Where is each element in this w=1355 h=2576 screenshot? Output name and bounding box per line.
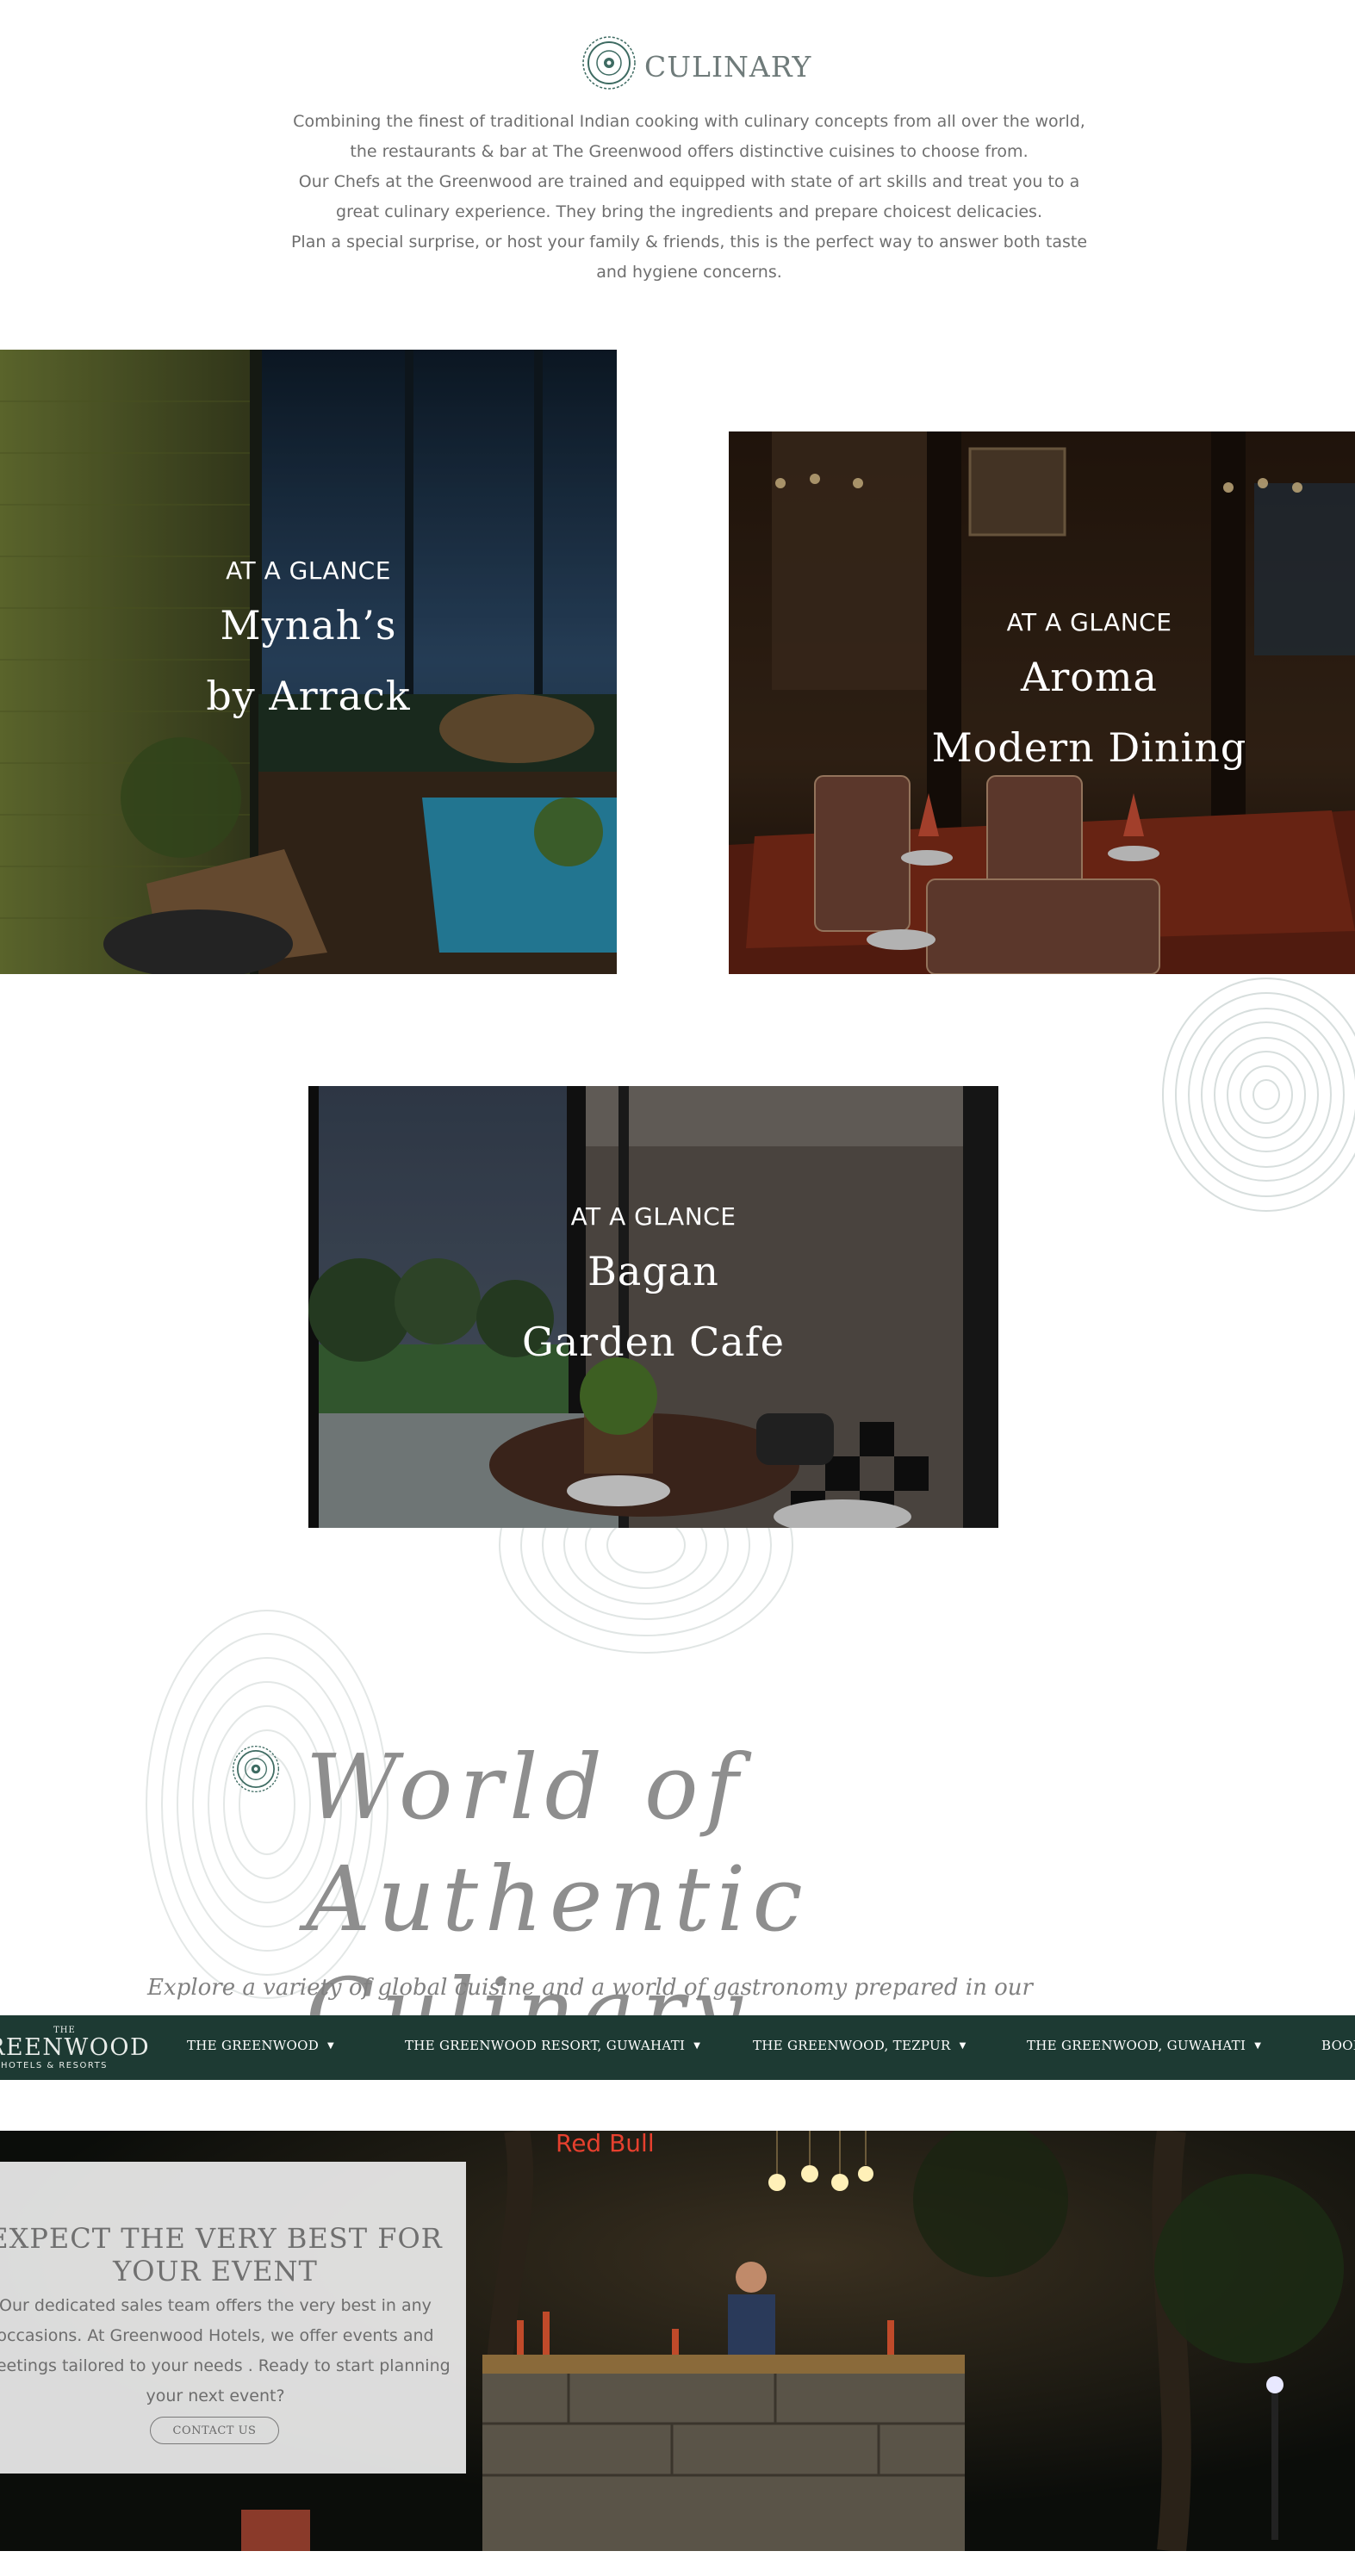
culinary-heading: CULINARY (644, 50, 812, 84)
nav-item-tezpur[interactable]: THE GREENWOOD, TEZPUR ▼ (753, 2038, 967, 2053)
card-eyebrow: AT A GLANCE (226, 556, 391, 585)
nav-item-label: THE GREENWOOD, GUWAHATI (1027, 2038, 1246, 2053)
intro-paragraph: Our Chefs at the Greenwood are trained a… (298, 172, 1080, 221)
restaurant-card-mynahs[interactable]: AT A GLANCE Mynah’s by Arrack (0, 350, 617, 974)
bagan-caption: AT A GLANCE Bagan Garden Cafe (308, 1202, 998, 1377)
restaurant-card-bagan[interactable]: AT A GLANCE Bagan Garden Cafe (308, 1086, 998, 1528)
caret-down-icon: ▼ (959, 2041, 967, 2051)
world-heading-line: World of Authentic (306, 1735, 810, 1952)
nav-item-label: THE GREENWOOD, TEZPUR (753, 2038, 951, 2053)
card-eyebrow: AT A GLANCE (570, 1202, 737, 1231)
greenwood-logo[interactable]: THE GREENWOOD HOTELS & RESORTS (0, 2026, 151, 2070)
event-info-panel: EXPECT THE VERY BEST FOR YOUR EVENT Our … (0, 2162, 466, 2474)
nav-item-resort-guwahati[interactable]: THE GREENWOOD RESORT, GUWAHATI ▼ (405, 2038, 700, 2053)
nav-item-book[interactable]: BOOK (1321, 2038, 1355, 2053)
event-banner: Red Bull EXPECT THE VERY BEST FOR YOUR E… (0, 2131, 1355, 2551)
caret-down-icon: ▼ (1254, 2041, 1262, 2051)
nav-item-label: BOOK (1321, 2038, 1355, 2053)
nav-item-label: THE GREENWOOD (187, 2038, 320, 2053)
event-description: Our dedicated sales team offers the very… (0, 2296, 451, 2405)
intro-paragraph: Plan a special surprise, or host your fa… (290, 233, 1088, 282)
contact-us-button[interactable]: CONTACT US (150, 2417, 279, 2444)
wood-grain-pattern-icon (499, 1528, 793, 1654)
caret-down-icon: ▼ (327, 2041, 335, 2051)
nav-item-guwahati[interactable]: THE GREENWOOD, GUWAHATI ▼ (1027, 2038, 1261, 2053)
mynahs-caption: AT A GLANCE Mynah’s by Arrack (0, 556, 617, 731)
card-eyebrow: AT A GLANCE (1006, 608, 1172, 636)
redbull-sign: Red Bull (556, 2131, 655, 2157)
culinary-emblem-icon (581, 34, 637, 91)
caret-down-icon: ▼ (693, 2041, 701, 2051)
culinary-intro: Combining the finest of traditional Indi… (284, 107, 1094, 288)
intro-paragraph: Combining the finest of traditional Indi… (293, 112, 1085, 161)
event-heading: EXPECT THE VERY BEST FOR YOUR EVENT (0, 2222, 443, 2287)
nav-item-label: THE GREENWOOD RESORT, GUWAHATI (405, 2038, 686, 2053)
card-title-line: Bagan (587, 1248, 719, 1294)
restaurant-card-aroma[interactable]: AT A GLANCE Aroma Modern Dining (729, 431, 1355, 974)
card-title-line: Modern Dining (931, 724, 1247, 771)
culinary-emblem-icon (231, 1744, 281, 1794)
nav-item-the-greenwood[interactable]: THE GREENWOOD ▼ (187, 2038, 334, 2053)
logo-tagline: HOTELS & RESORTS (0, 2061, 109, 2070)
card-title-line: Aroma (1021, 654, 1158, 700)
card-title-line: Garden Cafe (522, 1319, 785, 1365)
wood-grain-pattern-icon (1162, 978, 1355, 1212)
aroma-caption: AT A GLANCE Aroma Modern Dining (824, 608, 1355, 783)
world-description: Explore a variety of global cuisine and … (147, 1975, 1033, 2017)
card-title-line: Mynah’s (220, 602, 397, 649)
card-title-line: by Arrack (206, 673, 411, 719)
logo-wordmark: GREENWOOD (0, 2034, 151, 2061)
